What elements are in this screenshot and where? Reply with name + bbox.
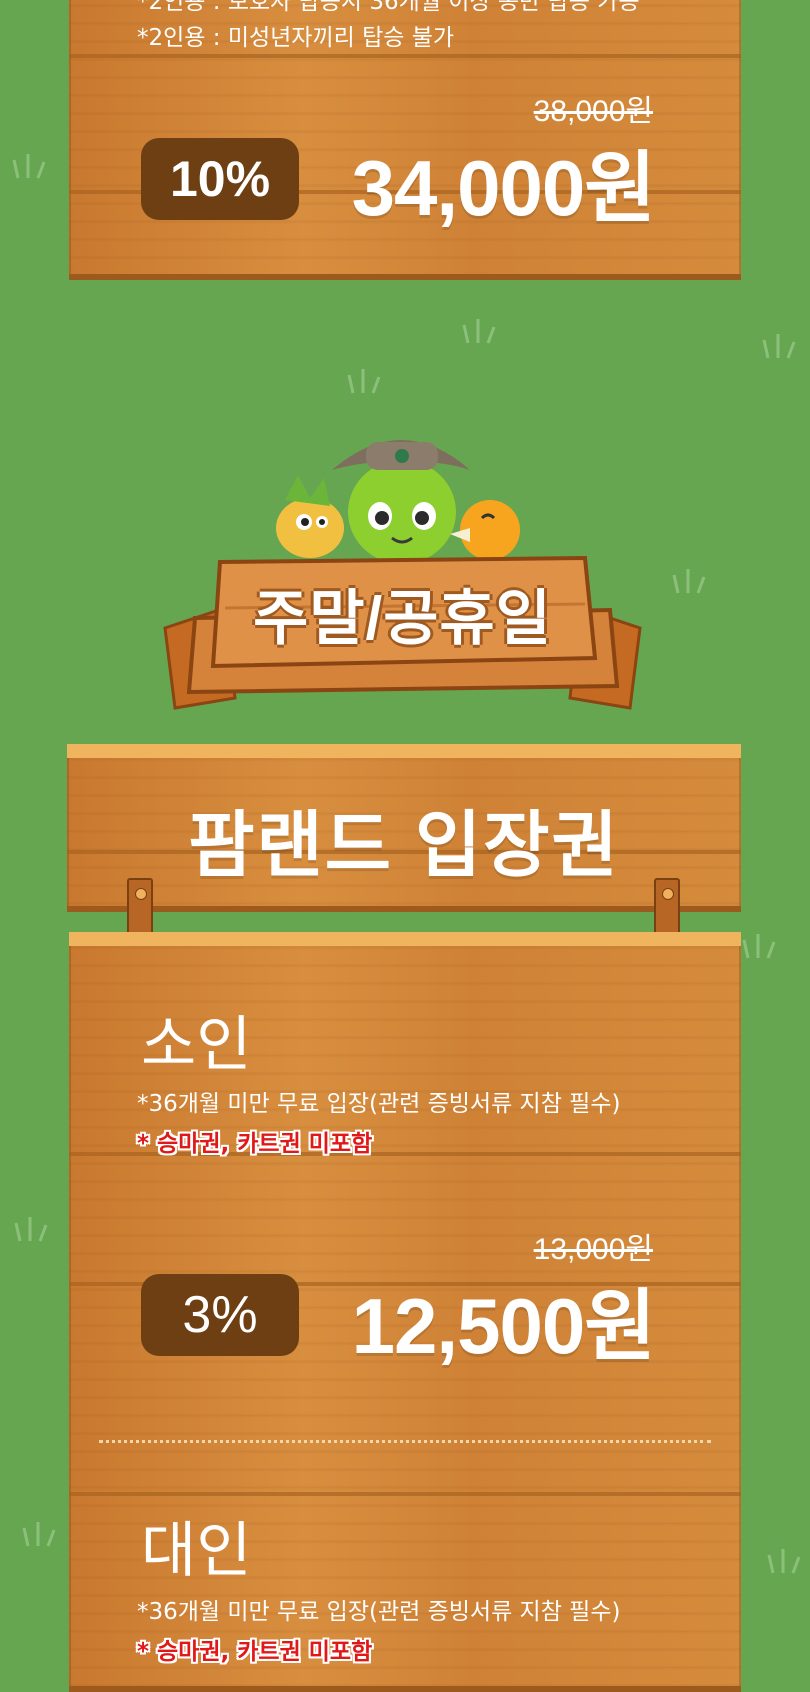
top-price-card: *2인용 : 보호자 탑승시 36개월 이상 동반 탑승 가능 *2인용 : 미… [69,0,741,280]
ticket-header-sign: 팜랜드 입장권 [67,744,741,912]
grass-icon [670,565,710,595]
top-note-line-1: *2인용 : 보호자 탑승시 36개월 이상 동반 탑승 가능 [137,0,640,15]
top-price: 34,000원 [351,144,656,232]
child-note: *36개월 미만 무료 입장(관련 증빙서류 지참 필수) [137,1091,621,1117]
top-note-line-2: *2인용 : 미성년자끼리 탑승 불가 [137,25,455,51]
section-banner: 주말/공휴일 [155,548,650,718]
grass-icon [10,150,50,180]
child-price: 12,500원 [351,1282,656,1370]
child-original-price: 13,000원 [533,1233,653,1266]
top-original-price: 38,000원 [533,95,653,128]
grass-icon [740,930,780,960]
grass-icon [760,330,800,360]
grass-icon [20,1518,60,1548]
section-banner-title: 주말/공휴일 [253,585,552,652]
grass-icon [345,365,385,395]
child-warning: * 승마권, 카트권 미포함 [137,1131,373,1157]
child-discount-badge: 3% [141,1274,299,1356]
adult-note: *36개월 미만 무료 입장(관련 증빙서류 지참 필수) [137,1599,621,1625]
ticket-header-title: 팜랜드 입장권 [188,806,620,886]
child-label: 소인 [141,1011,252,1078]
divider [99,1440,711,1443]
grass-icon [765,1545,805,1575]
top-discount-badge: 10% [141,138,299,220]
grass-icon [460,315,500,345]
adult-label: 대인 [141,1517,252,1584]
adult-warning: * 승마권, 카트권 미포함 [137,1639,373,1665]
ticket-price-card: 소인 *36개월 미만 무료 입장(관련 증빙서류 지참 필수) * 승마권, … [69,932,741,1692]
grass-icon [12,1213,52,1243]
